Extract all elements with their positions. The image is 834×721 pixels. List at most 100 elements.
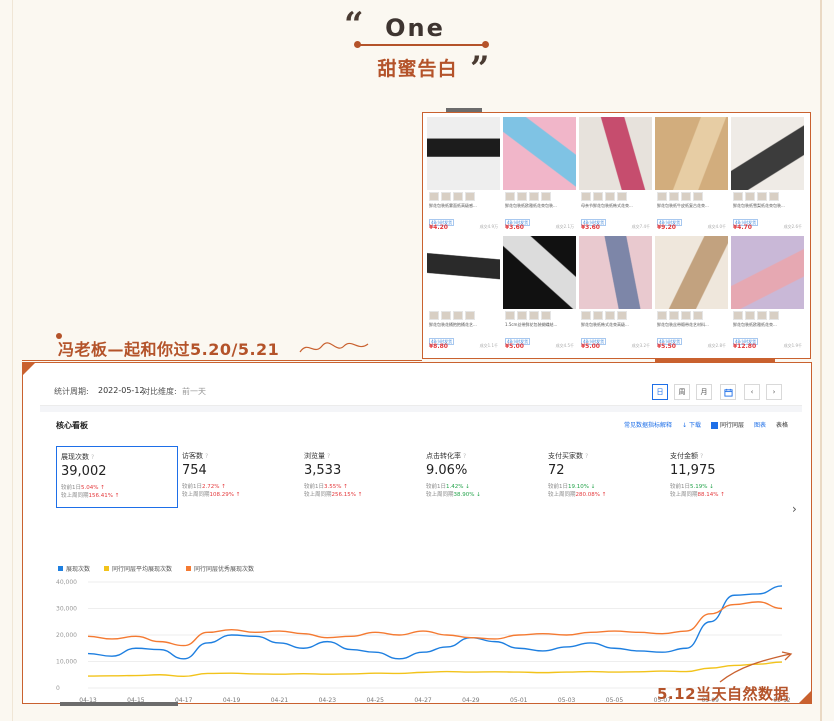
metric-value: 72	[548, 463, 565, 478]
product-price: ¥5.00	[581, 343, 600, 350]
product-price: ¥3.60	[505, 224, 524, 231]
help-icon: ?	[700, 453, 704, 460]
y-tick-label: 20,000	[56, 632, 77, 639]
download-icon: ↓	[682, 422, 689, 429]
title-underline	[357, 44, 487, 46]
squiggle-decoration	[299, 342, 369, 353]
product-sold: 成交2.8千	[707, 343, 726, 348]
series-line-1[interactable]	[87, 661, 783, 678]
metric-week-compare: 较上周同期88.14% ↑	[670, 492, 725, 498]
product-card[interactable]: 1.5cm丝带鲜花包装蝴蝶结... 48小时发货 ¥5.00 成交4.5千	[503, 236, 576, 353]
peer-toggle[interactable]: 同行同层	[710, 420, 744, 429]
section-subtitle: 甜蜜告白	[377, 58, 458, 80]
product-card[interactable]: 鲜花包装纸牛皮纸复古花束... 48小时发货 ¥9.20 成交4.0千	[655, 117, 728, 234]
product-image	[731, 117, 804, 190]
product-card[interactable]: 鲜花包装纸雾面纸高级感... 48小时发货 ¥4.20 成交4.9万	[427, 117, 500, 234]
period-value: 2022-05-12	[98, 386, 145, 395]
metric-value: 3,533	[304, 463, 342, 478]
metric-name: 展现次数?	[61, 453, 95, 461]
product-thumbs	[505, 311, 574, 320]
underline-dot	[354, 41, 361, 48]
metric-card[interactable]: 浏览量? 3,533 较前1日3.55% ↑ 较上周同期256.15% ↑	[300, 446, 422, 508]
help-icon: ?	[91, 454, 95, 461]
trend-arrow-icon: ↑	[114, 493, 120, 499]
product-price: ¥8.80	[429, 343, 448, 350]
product-title: 鲜花包装纸欧雅纸花束...	[733, 322, 777, 327]
prev-button[interactable]: ‹	[744, 384, 760, 400]
product-thumbs	[733, 192, 802, 201]
legend-swatch	[104, 566, 110, 571]
dashboard-bottom-decoration	[60, 702, 178, 706]
trend-arrow-icon: ↑	[235, 492, 241, 498]
product-thumbs	[505, 192, 574, 201]
product-sold: 成交7.4千	[631, 224, 650, 229]
x-tick-label: 04-21	[271, 697, 289, 704]
peer-label: 同行同层	[719, 422, 744, 429]
day-button[interactable]: 日	[652, 384, 668, 400]
legend-item[interactable]: 同行同层平均展现次数	[104, 564, 172, 573]
product-price: ¥4.20	[429, 224, 448, 231]
product-title: 鲜花包装纸雾面纸高级感...	[429, 203, 477, 208]
product-price: ¥4.70	[733, 224, 752, 231]
product-title: 鲜花包装纸欧雅纸花束包装...	[505, 203, 557, 208]
calendar-button[interactable]	[720, 384, 736, 400]
month-button[interactable]: 月	[696, 384, 712, 400]
page-edge-line	[12, 0, 13, 721]
metric-explain-link[interactable]: 常见数据指标解释	[624, 420, 672, 429]
metric-day-compare: 较前1日1.42% ↓	[426, 484, 470, 490]
metric-day-compare: 较前1日19.10% ↓	[548, 484, 596, 490]
product-card[interactable]: 鲜花包装纸欧雅纸花束... 48小时发货 ¥12.80 成交1.9千	[731, 236, 804, 353]
product-image	[731, 236, 804, 309]
product-thumbs	[581, 192, 650, 201]
product-thumbs	[429, 311, 498, 320]
chart-view-tab[interactable]: 图表	[754, 420, 766, 429]
next-button[interactable]: ›	[766, 384, 782, 400]
product-thumbs	[429, 192, 498, 201]
metric-week-compare: 较上周同期108.29% ↑	[182, 492, 241, 498]
week-button[interactable]: 周	[674, 384, 690, 400]
product-thumbs	[733, 311, 802, 320]
product-image	[503, 236, 576, 309]
chevron-right-icon[interactable]: ›	[792, 502, 797, 516]
corner-decoration	[798, 690, 812, 704]
metric-card[interactable]: 展现次数? 39,002 较前1日5.04% ↑ 较上周同期156.41% ↑	[56, 446, 178, 508]
x-tick-label: 04-29	[462, 697, 480, 704]
product-card[interactable]: 鲜花包装丝带缎带花艺材料... 48小时发货 ¥5.50 成交2.8千	[655, 236, 728, 353]
metric-card[interactable]: 支付买家数? 72 较前1日19.10% ↓ 较上周同期280.08% ↑	[544, 446, 666, 508]
series-line-0[interactable]	[87, 585, 783, 660]
product-image	[579, 236, 652, 309]
product-card[interactable]: 鲜花包装花桶抱抱桶花艺... 48小时发货 ¥8.80 成交1.1千	[427, 236, 500, 353]
chart-legend: 展现次数 同行同层平均展现次数 同行同层优秀展现次数	[58, 564, 254, 573]
metric-name: 浏览量?	[304, 452, 331, 460]
metric-value: 9.06%	[426, 463, 468, 478]
metric-card[interactable]: 点击转化率? 9.06% 较前1日1.42% ↓ 较上周同期38.90% ↓	[422, 446, 544, 508]
metric-week-compare: 较上周同期256.15% ↑	[304, 492, 363, 498]
x-tick-label: 05-01	[510, 697, 528, 704]
download-link[interactable]: ↓ 下载	[682, 420, 701, 429]
close-quote-mark: ”	[470, 49, 490, 89]
product-image	[427, 236, 500, 309]
product-title: 鲜花包装花桶抱抱桶花艺...	[429, 322, 477, 327]
product-sold: 成交1.9千	[783, 343, 802, 348]
product-sold: 成交2.1万	[555, 224, 574, 229]
y-tick-label: 10,000	[56, 659, 77, 666]
product-card[interactable]: 鲜花包装纸雪梨纸花束包装... 48小时发货 ¥4.70 成交2.6千	[731, 117, 804, 234]
product-card[interactable]: 鲜花包装纸欧雅纸花束包装... 48小时发货 ¥3.60 成交2.1万	[503, 117, 576, 234]
legend-item[interactable]: 展现次数	[58, 564, 90, 573]
legend-item[interactable]: 同行同层优秀展现次数	[186, 564, 254, 573]
table-view-tab[interactable]: 表格	[776, 420, 788, 429]
metric-card[interactable]: 访客数? 754 较前1日2.72% ↑ 较上周同期108.29% ↑	[178, 446, 300, 508]
corner-decoration	[22, 362, 36, 376]
product-card[interactable]: 母亲节鲜花包装纸韩式花束... 48小时发货 ¥3.60 成交7.4千	[579, 117, 652, 234]
metric-value: 11,975	[670, 463, 716, 478]
product-card[interactable]: 鲜花包装纸韩式花束高级... 48小时发货 ¥5.00 成交3.2千	[579, 236, 652, 353]
product-sold: 成交2.6千	[783, 224, 802, 229]
checkbox-checked-icon	[710, 422, 718, 429]
panel-title: 核心看板	[56, 421, 88, 430]
metric-card[interactable]: 支付金额? 11,975 较前1日5.19% ↓ 较上周同期88.14% ↑	[666, 446, 788, 508]
product-sold: 成交1.1千	[479, 343, 498, 348]
open-quote-mark: “	[344, 5, 364, 45]
x-tick-label: 04-27	[414, 697, 432, 704]
metric-week-compare: 较上周同期280.08% ↑	[548, 492, 607, 498]
chevron-left-icon: ‹	[750, 388, 754, 396]
